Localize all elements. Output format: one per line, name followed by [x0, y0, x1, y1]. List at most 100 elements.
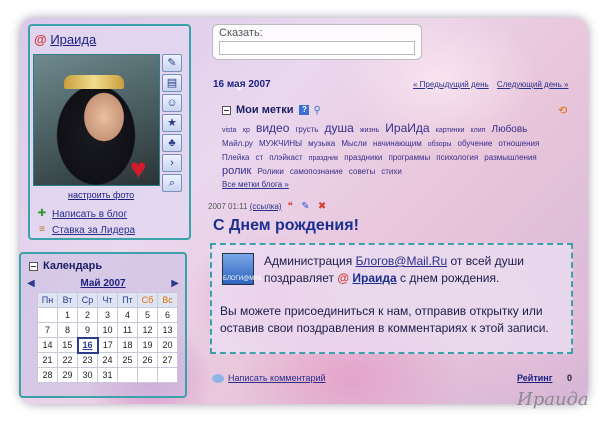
calendar-day[interactable]: 9: [77, 322, 98, 338]
calendar-day[interactable]: 15: [57, 337, 78, 353]
leader-bid-link[interactable]: Ставка за Лидера: [52, 225, 135, 236]
tag-link[interactable]: музыка: [308, 139, 335, 148]
calendar-day[interactable]: 12: [137, 322, 158, 338]
calendar-month-link[interactable]: Май 2007: [80, 278, 125, 289]
tag-link[interactable]: начинающим: [373, 139, 422, 148]
say-label: Сказать:: [219, 27, 263, 39]
calendar-day[interactable]: 14: [37, 337, 58, 353]
calendar-day[interactable]: 3: [97, 307, 118, 323]
tag-link[interactable]: стихи: [381, 167, 402, 176]
star-tool-icon[interactable]: ★: [162, 114, 182, 132]
calendar-day[interactable]: 30: [77, 367, 98, 383]
tag-link[interactable]: vista: [222, 127, 236, 134]
calendar-day[interactable]: 27: [157, 352, 178, 368]
tag-link[interactable]: психология: [436, 153, 478, 162]
rating-link[interactable]: Рейтинг: [517, 373, 552, 383]
calendar-day[interactable]: 7: [37, 322, 58, 338]
tag-link[interactable]: клип: [471, 127, 486, 134]
edit-tool-icon[interactable]: ✎: [162, 54, 182, 72]
tag-link[interactable]: Мысли: [341, 139, 367, 148]
tag-link[interactable]: xp: [242, 127, 249, 134]
blogs-mailru-icon: БЛОГИ@MAIL.RU: [222, 253, 274, 285]
calendar-day[interactable]: 6: [157, 307, 178, 323]
tag-link[interactable]: Ролики: [257, 167, 283, 176]
calendar-day[interactable]: 22: [57, 352, 78, 368]
quote-icon[interactable]: ❝: [288, 201, 293, 212]
calendar-day[interactable]: 4: [117, 307, 138, 323]
delete-icon[interactable]: ✖: [318, 201, 326, 212]
tag-link[interactable]: самопознание: [290, 167, 343, 176]
post-permalink[interactable]: (ссылка): [250, 202, 282, 211]
tag-link[interactable]: МУЖЧИНЫ: [259, 139, 302, 148]
tag-link[interactable]: ИраИда: [385, 121, 429, 135]
tag-link[interactable]: обучение: [458, 139, 493, 148]
calendar-day[interactable]: 16: [76, 336, 99, 354]
tag-link[interactable]: Любовь: [492, 124, 528, 135]
user-nick-link[interactable]: Ираида: [352, 271, 396, 285]
calendar-day[interactable]: 20: [157, 337, 178, 353]
tag-link[interactable]: душа: [325, 121, 354, 135]
notes-tool-icon[interactable]: ▤: [162, 74, 182, 92]
prev-day-link[interactable]: « Предыдущий день: [413, 80, 489, 89]
calendar-day[interactable]: 19: [137, 337, 158, 353]
feed-icon[interactable]: ⟲: [558, 104, 570, 117]
tag-link[interactable]: обзоры: [428, 141, 452, 148]
setup-photo-link[interactable]: настроить фото: [68, 190, 134, 200]
next-day-link[interactable]: Следующий день »: [497, 80, 569, 89]
tag-link[interactable]: видео: [256, 121, 289, 135]
community-tool-icon[interactable]: ♣: [162, 134, 182, 152]
calendar-day[interactable]: 8: [57, 322, 78, 338]
calendar-day[interactable]: 10: [97, 322, 118, 338]
calendar-day: [157, 367, 178, 383]
calendar-day[interactable]: 17: [97, 337, 118, 353]
write-comment-link[interactable]: Написать комментарий: [228, 373, 326, 383]
tag-link[interactable]: праздник: [309, 155, 338, 162]
blogs-mailru-link[interactable]: Блогов@Mail.Ru: [356, 254, 448, 268]
tag-link[interactable]: жизнь: [360, 127, 379, 134]
write-blog-link[interactable]: Написать в блог: [52, 209, 127, 220]
help-icon[interactable]: ?: [299, 105, 310, 115]
calendar-day[interactable]: 2: [77, 307, 98, 323]
tag-link[interactable]: размышления: [484, 153, 536, 162]
collapse-icon[interactable]: [29, 261, 38, 271]
calendar-day[interactable]: 23: [77, 352, 98, 368]
tag-link[interactable]: плэйкаст: [269, 153, 302, 162]
user-search-icon[interactable]: ⚲: [313, 105, 320, 116]
tag-link[interactable]: праздники: [344, 153, 382, 162]
calendar-day[interactable]: 29: [57, 367, 78, 383]
chevron-right-icon[interactable]: ›: [162, 154, 182, 172]
calendar-day[interactable]: 21: [37, 352, 58, 368]
calendar-day[interactable]: 5: [137, 307, 158, 323]
edit-icon[interactable]: ✎: [301, 201, 309, 212]
tag-link[interactable]: советы: [349, 167, 375, 176]
tag-link[interactable]: грусть: [295, 125, 318, 134]
tag-link[interactable]: Плейка: [222, 153, 249, 162]
calendar-grid: Пн Вт Ср Чт Пт Сб Вс 1 2 3 4 5 6 7 8 9 10 11 12 13 14 15 16 17…: [37, 292, 178, 383]
calendar-header: Календарь: [29, 260, 102, 272]
calendar-day[interactable]: 24: [97, 352, 118, 368]
user-name-link[interactable]: Ираида: [50, 32, 96, 47]
all-tags-link[interactable]: Все метки блога »: [222, 180, 289, 189]
tag-link[interactable]: ст: [256, 153, 264, 162]
calendar-next-icon[interactable]: ▶: [171, 278, 179, 289]
tag-link[interactable]: ролик: [222, 165, 251, 177]
calendar-day[interactable]: 25: [117, 352, 138, 368]
calendar-panel: Календарь ◀ Май 2007 ▶ Пн Вт Ср Чт Пт Сб Вс 12…: [19, 252, 187, 398]
calendar-day[interactable]: 31: [97, 367, 118, 383]
avatar[interactable]: ♥: [33, 54, 160, 186]
calendar-day[interactable]: 26: [137, 352, 158, 368]
collapse-icon[interactable]: [222, 105, 231, 115]
tag-link[interactable]: отношения: [498, 139, 539, 148]
calendar-day[interactable]: 18: [117, 337, 138, 353]
say-input[interactable]: [219, 41, 415, 55]
calendar-day[interactable]: 28: [37, 367, 58, 383]
tag-link[interactable]: картинки: [436, 127, 465, 134]
friends-tool-icon[interactable]: ☺: [162, 94, 182, 112]
tag-link[interactable]: Майл.ру: [222, 139, 253, 148]
calendar-day[interactable]: 1: [57, 307, 78, 323]
calendar-day[interactable]: 11: [117, 322, 138, 338]
tag-link[interactable]: программы: [388, 153, 430, 162]
calendar-day[interactable]: 13: [157, 322, 178, 338]
search-icon[interactable]: ⌕: [162, 174, 182, 192]
post-time: 2007 01:11: [208, 202, 248, 211]
